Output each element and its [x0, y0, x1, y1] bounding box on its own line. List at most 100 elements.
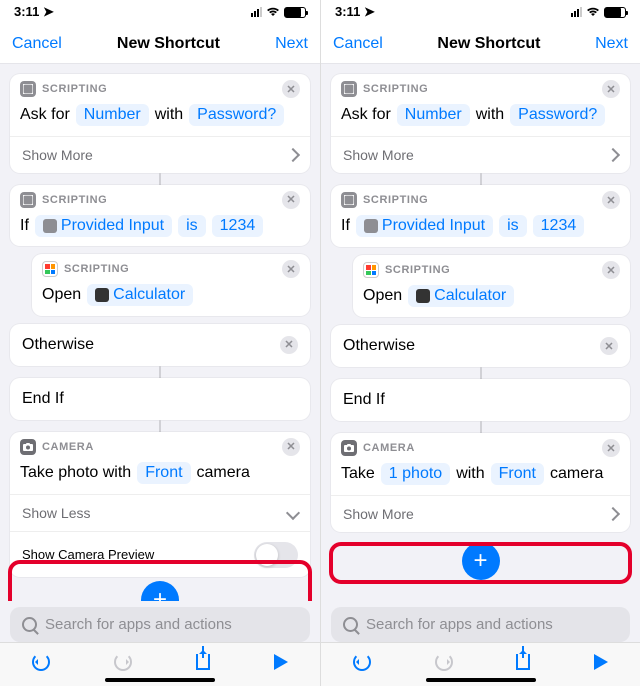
share-button[interactable] — [516, 654, 530, 675]
show-more-row[interactable]: Show More — [331, 495, 630, 532]
show-more-row[interactable]: Show More — [10, 136, 310, 173]
share-button[interactable] — [196, 654, 210, 675]
location-icon: ➤ — [43, 4, 54, 19]
screen-left: 3:11 ➤ Cancel New Shortcut Next SCRIPTIN… — [0, 0, 320, 686]
show-more-label: Show More — [22, 147, 93, 163]
action-otherwise[interactable]: Otherwise ✕ — [331, 325, 630, 367]
chevron-right-icon — [608, 506, 618, 522]
delete-action-button[interactable]: ✕ — [282, 438, 300, 456]
param-input-type[interactable]: Number — [397, 104, 470, 126]
apps-icon — [42, 261, 58, 277]
delete-action-button[interactable]: ✕ — [282, 80, 300, 98]
next-button[interactable]: Next — [595, 35, 628, 53]
cellular-icon — [571, 7, 582, 17]
param-camera[interactable]: Front — [491, 463, 544, 485]
cancel-button[interactable]: Cancel — [333, 35, 383, 53]
action-open-app[interactable]: SCRIPTING ✕ Open Calculator — [32, 254, 310, 316]
param-if-input[interactable]: Provided Input — [356, 215, 493, 237]
text: Open — [363, 287, 402, 305]
clock: 3:11 — [14, 4, 39, 19]
add-action-button[interactable]: + — [462, 542, 500, 580]
show-more-label: Show More — [343, 506, 414, 522]
delete-action-button[interactable]: ✕ — [602, 191, 620, 209]
delete-action-button[interactable]: ✕ — [602, 80, 620, 98]
search-icon — [22, 617, 37, 632]
show-more-label: Show More — [343, 147, 414, 163]
actions-list: SCRIPTING ✕ Ask for Number with Password… — [0, 64, 320, 601]
page-title: New Shortcut — [117, 35, 220, 53]
action-open-app[interactable]: SCRIPTING ✕ Open Calculator — [353, 255, 630, 317]
home-indicator — [426, 678, 536, 682]
param-count[interactable]: 1 photo — [381, 463, 450, 485]
scripting-icon — [341, 81, 357, 97]
delete-action-button[interactable]: ✕ — [282, 191, 300, 209]
redo-button — [435, 653, 453, 676]
switch-off[interactable] — [254, 542, 298, 568]
run-button[interactable] — [274, 654, 288, 675]
cellular-icon — [251, 7, 262, 17]
cancel-button[interactable]: Cancel — [12, 35, 62, 53]
search-bar[interactable]: Search for apps and actions — [10, 607, 310, 642]
param-prompt[interactable]: Password? — [189, 104, 284, 126]
calculator-icon — [416, 289, 430, 303]
category-label: CAMERA — [363, 442, 415, 454]
text: Otherwise — [343, 337, 415, 355]
clock: 3:11 — [335, 4, 360, 19]
text: Open — [42, 286, 81, 304]
delete-action-button[interactable]: ✕ — [600, 337, 618, 355]
action-endif[interactable]: End If — [331, 379, 630, 421]
action-take-photo[interactable]: CAMERA ✕ Take photo with Front camera Sh… — [10, 432, 310, 577]
run-button[interactable] — [594, 654, 608, 675]
action-ask-input[interactable]: SCRIPTING ✕ Ask for Number with Password… — [331, 74, 630, 173]
action-endif[interactable]: End If — [10, 378, 310, 420]
wifi-icon — [266, 5, 280, 20]
location-icon: ➤ — [364, 4, 375, 19]
text: Ask for — [341, 106, 391, 124]
delete-action-button[interactable]: ✕ — [602, 261, 620, 279]
home-indicator — [105, 678, 215, 682]
action-if[interactable]: SCRIPTING ✕ If Provided Input is 1234 — [331, 185, 630, 247]
action-if[interactable]: SCRIPTING ✕ If Provided Input is 1234 — [10, 185, 310, 247]
param-app[interactable]: Calculator — [408, 285, 514, 307]
param-value[interactable]: 1234 — [533, 215, 585, 237]
text: with — [476, 106, 504, 124]
scripting-icon — [20, 192, 36, 208]
param-condition[interactable]: is — [178, 215, 206, 237]
category-label: SCRIPTING — [385, 264, 450, 276]
show-less-row[interactable]: Show Less — [10, 494, 310, 531]
delete-action-button[interactable]: ✕ — [280, 336, 298, 354]
delete-action-button[interactable]: ✕ — [282, 260, 300, 278]
chevron-right-icon — [288, 147, 298, 163]
text: with — [456, 465, 484, 483]
undo-button[interactable] — [32, 653, 50, 676]
action-ask-input[interactable]: SCRIPTING ✕ Ask for Number with Password… — [10, 74, 310, 173]
category-label: CAMERA — [42, 441, 94, 453]
search-placeholder: Search for apps and actions — [45, 616, 232, 633]
text: Take — [341, 465, 375, 483]
param-app[interactable]: Calculator — [87, 284, 193, 306]
status-right — [571, 5, 626, 20]
category-label: SCRIPTING — [363, 83, 428, 95]
text: Otherwise — [22, 336, 94, 354]
undo-button[interactable] — [353, 653, 371, 676]
text: camera — [550, 465, 603, 483]
search-placeholder: Search for apps and actions — [366, 616, 553, 633]
chevron-right-icon — [608, 147, 618, 163]
param-condition[interactable]: is — [499, 215, 527, 237]
search-bar[interactable]: Search for apps and actions — [331, 607, 630, 642]
param-input-type[interactable]: Number — [76, 104, 149, 126]
delete-action-button[interactable]: ✕ — [602, 439, 620, 457]
show-more-row[interactable]: Show More — [331, 136, 630, 173]
toggle-camera-preview[interactable]: Show Camera Preview — [10, 531, 310, 577]
action-otherwise[interactable]: Otherwise ✕ — [10, 324, 310, 366]
text: End If — [22, 390, 64, 408]
param-prompt[interactable]: Password? — [510, 104, 605, 126]
next-button[interactable]: Next — [275, 35, 308, 53]
text: If — [20, 217, 29, 235]
param-camera[interactable]: Front — [137, 462, 190, 484]
camera-icon — [341, 440, 357, 456]
add-action-button[interactable]: + — [141, 581, 179, 601]
action-take-photo[interactable]: CAMERA ✕ Take 1 photo with Front camera … — [331, 433, 630, 532]
param-if-input[interactable]: Provided Input — [35, 215, 172, 237]
param-value[interactable]: 1234 — [212, 215, 264, 237]
